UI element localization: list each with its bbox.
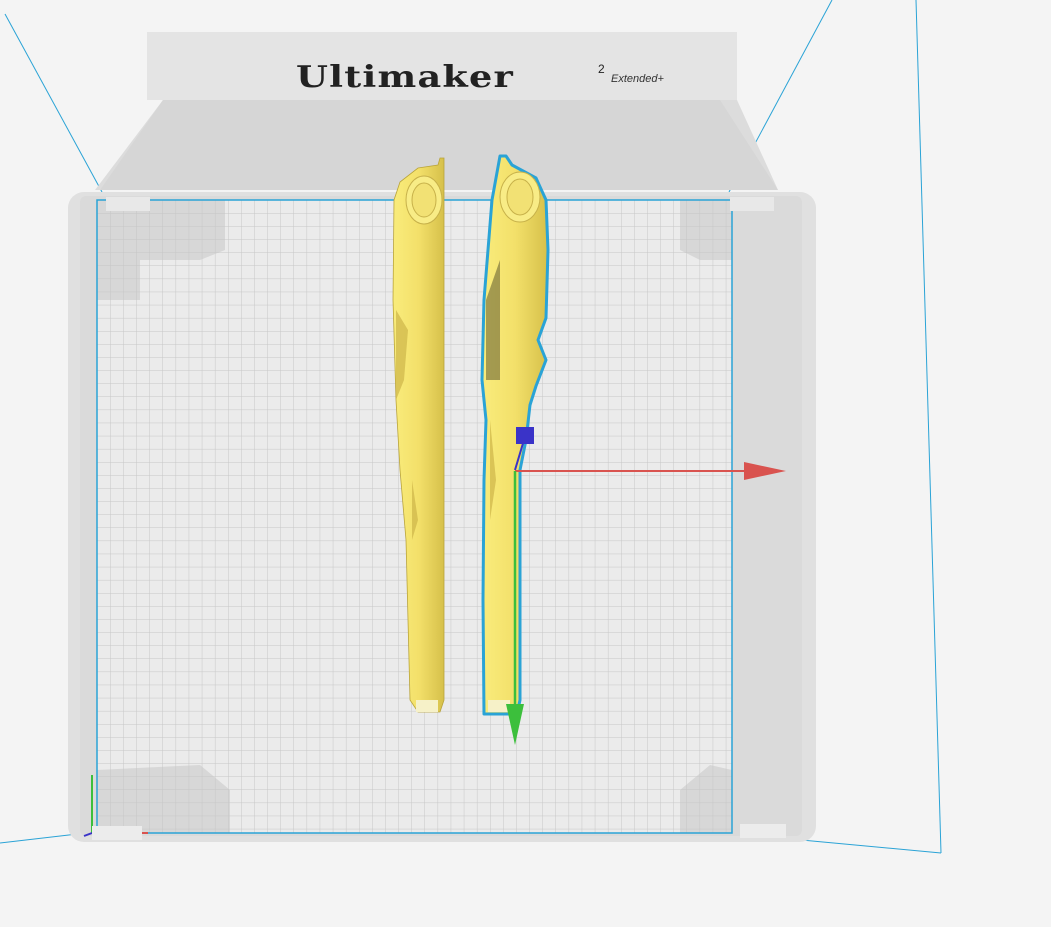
printer-brand-label: Ultimaker bbox=[296, 60, 514, 95]
scene-canvas[interactable] bbox=[0, 0, 1051, 927]
printer-model-number: 2 bbox=[598, 62, 605, 76]
3d-viewport[interactable]: Ultimaker 2 Extended+ bbox=[0, 0, 1051, 927]
printer-model-variant: Extended+ bbox=[611, 73, 664, 85]
z-axis-handle[interactable] bbox=[516, 427, 534, 444]
